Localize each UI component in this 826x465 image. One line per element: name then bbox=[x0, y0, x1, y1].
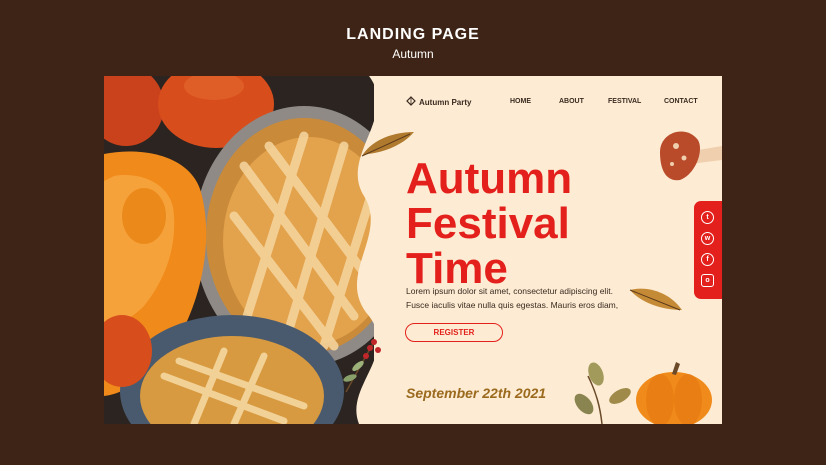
hero-description-line-2: Fusce iaculis vitae nulla quis egestas. … bbox=[406, 300, 619, 310]
register-button[interactable]: REGISTER bbox=[405, 323, 503, 342]
page-subtitle: Autumn bbox=[392, 47, 434, 61]
nav-contact[interactable]: CONTACT bbox=[664, 98, 698, 105]
hero-title-line-2: Festival bbox=[406, 199, 570, 248]
twitter-icon[interactable]: t bbox=[701, 211, 714, 224]
nav-home[interactable]: HOME bbox=[510, 98, 531, 105]
hero-description: Lorem ipsum dolor sit amet, consectetur … bbox=[406, 284, 636, 312]
top-nav: Autumn Party HOME ABOUT FESTIVAL CONTACT bbox=[406, 96, 706, 110]
mushroom-icon bbox=[660, 131, 722, 181]
page-header: LANDING PAGE Autumn bbox=[0, 26, 826, 61]
landing-card: Autumn Party HOME ABOUT FESTIVAL CONTACT… bbox=[104, 76, 722, 424]
nav-festival[interactable]: FESTIVAL bbox=[608, 98, 641, 105]
social-sidebar: t w f o bbox=[694, 201, 722, 299]
brand-logo[interactable]: Autumn Party bbox=[406, 96, 471, 108]
event-date: September 22th 2021 bbox=[406, 385, 547, 401]
brand-name: Autumn Party bbox=[419, 97, 472, 107]
hero-description-line-1: Lorem ipsum dolor sit amet, consectetur … bbox=[406, 286, 613, 296]
hero-title-line-1: Autumn bbox=[406, 154, 573, 203]
instagram-icon[interactable]: o bbox=[701, 274, 714, 287]
page-title: LANDING PAGE bbox=[346, 26, 480, 43]
whatsapp-icon[interactable]: w bbox=[701, 232, 714, 245]
nav-about[interactable]: ABOUT bbox=[559, 98, 584, 105]
berry-branch-icon bbox=[343, 339, 381, 393]
leaf-logo-icon bbox=[406, 96, 416, 108]
leaf-icon-2 bbox=[629, 288, 682, 311]
hero-title: Autumn Festival Time bbox=[406, 156, 572, 291]
pumpkin-leaves-decoration bbox=[574, 362, 712, 424]
facebook-icon[interactable]: f bbox=[701, 253, 714, 266]
